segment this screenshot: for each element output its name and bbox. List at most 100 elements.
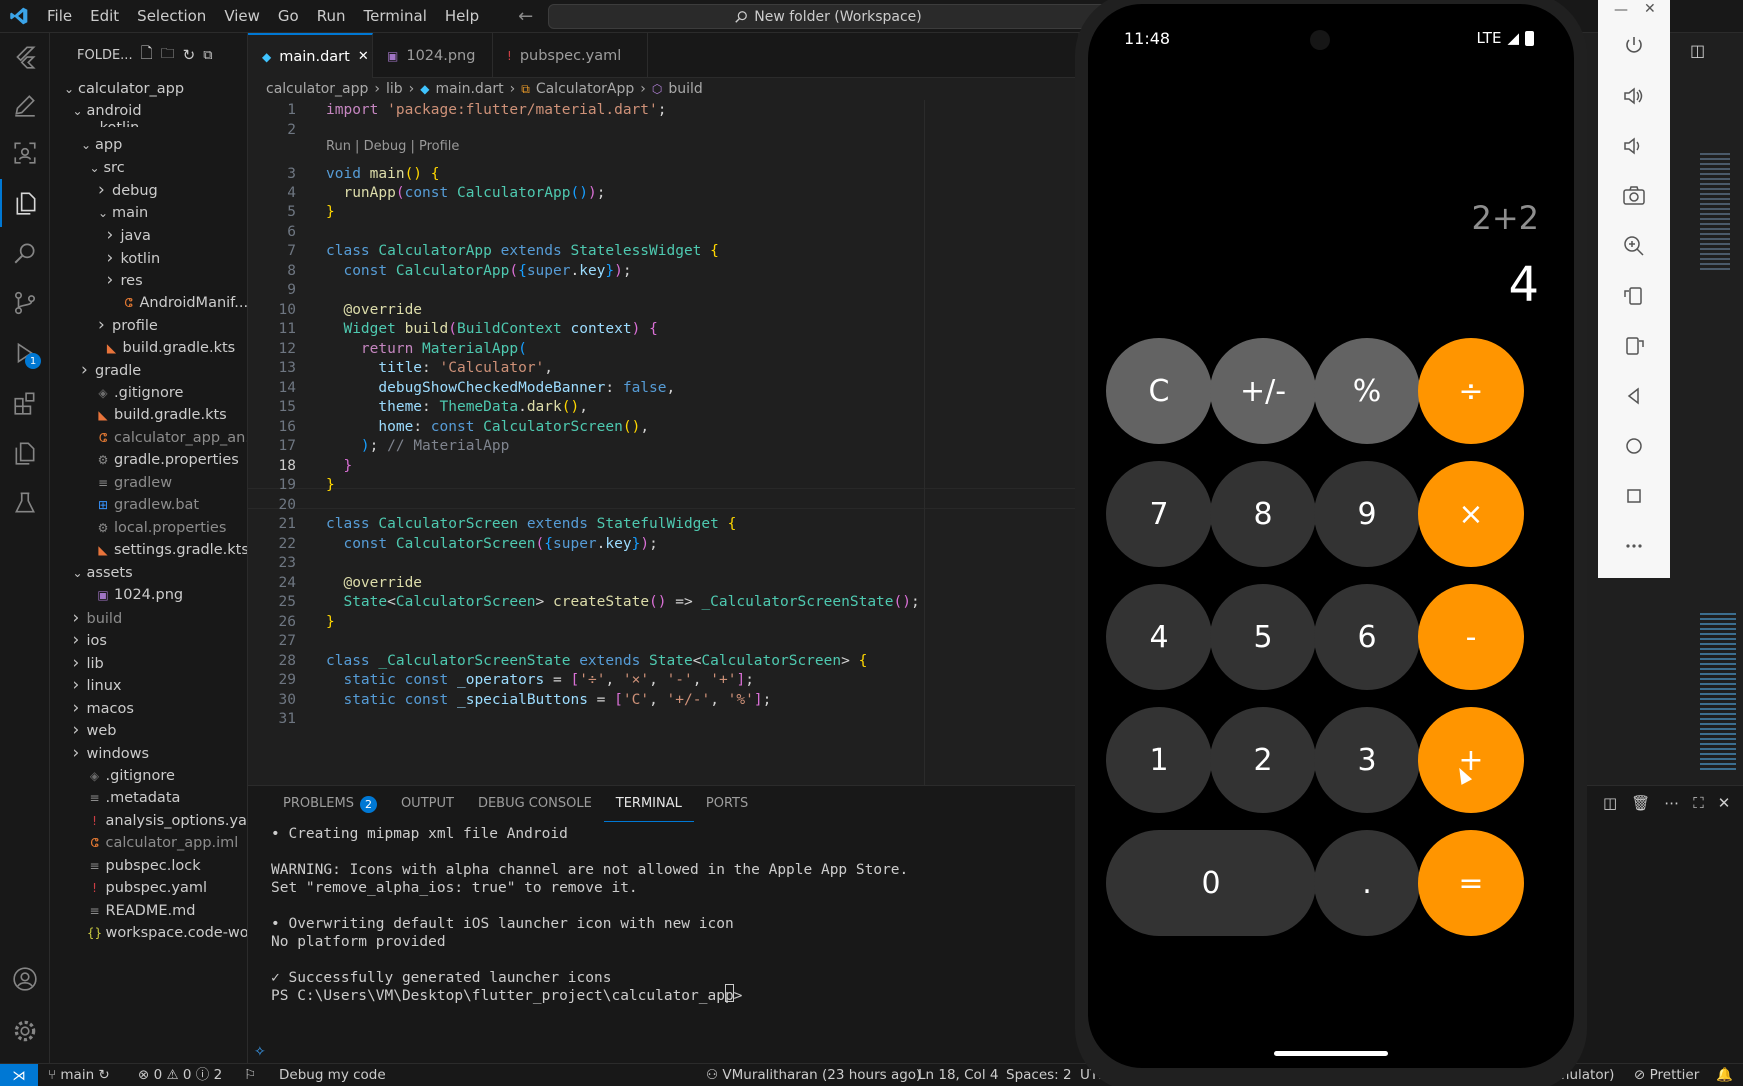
tree-file[interactable]: ⚙ gradle.properties	[50, 449, 247, 471]
debug-config[interactable]: Debug my code	[279, 1064, 386, 1086]
branch-indicator[interactable]: ⑂ main ↻	[48, 1064, 110, 1086]
power-icon[interactable]	[1598, 28, 1670, 64]
calc-key[interactable]: +	[1418, 707, 1524, 813]
collapse-all-icon[interactable]: ⧉	[203, 48, 212, 63]
close-panel-icon[interactable]: ✕	[1718, 794, 1731, 812]
tree-file[interactable]: {} workspace.code-wo...	[50, 922, 247, 944]
camera-icon[interactable]	[1598, 178, 1670, 214]
git-blame[interactable]: ⚇ VMuralitharan (23 hours ago)	[706, 1064, 921, 1086]
calc-key[interactable]: 6	[1314, 584, 1420, 690]
tree-folder[interactable]: › macos	[50, 697, 247, 719]
tree-file[interactable]: ◣ build.gradle.kts	[50, 337, 247, 359]
calc-key[interactable]: -	[1418, 584, 1524, 690]
command-center[interactable]: New folder (Workspace)	[548, 4, 1108, 29]
tree-file[interactable]: ◣ settings.gradle.kts	[50, 539, 247, 561]
tree-file[interactable]: ⚙ local.properties	[50, 517, 247, 539]
debug-launch-icon[interactable]: ⚐	[244, 1064, 256, 1086]
menu-go[interactable]: Go	[269, 0, 308, 33]
more-actions-icon[interactable]: ⋯	[1664, 794, 1679, 812]
menu-view[interactable]: View	[215, 0, 269, 33]
tree-file[interactable]: ≡ .metadata	[50, 787, 247, 809]
pages-icon[interactable]	[0, 429, 50, 477]
tree-file[interactable]: ⵛ calculator_app_an...	[50, 427, 247, 449]
code-editor[interactable]: Run | Debug | Profile 1 import 'package:fl…	[248, 100, 1078, 785]
panel-tab-terminal[interactable]: TERMINAL	[603, 786, 694, 822]
tree-file[interactable]: ≡ README.md	[50, 900, 247, 922]
new-folder-icon[interactable]: 🗀	[161, 43, 175, 67]
new-file-icon[interactable]: 🗋	[141, 43, 153, 68]
breadcrumb-item[interactable]: calculator_app	[266, 81, 368, 97]
calc-key[interactable]: 0	[1106, 830, 1316, 936]
calc-key[interactable]: 3	[1314, 707, 1420, 813]
tree-folder[interactable]: › profile	[50, 314, 247, 336]
flutter-icon[interactable]	[0, 33, 50, 81]
calc-key[interactable]: 5	[1210, 584, 1316, 690]
breadcrumb-item[interactable]: build	[668, 81, 702, 97]
cursor-position[interactable]: Ln 18, Col 4	[918, 1064, 998, 1086]
calc-key[interactable]: 2	[1210, 707, 1316, 813]
tree-file[interactable]: ◣ build.gradle.kts	[50, 404, 247, 426]
tree-folder[interactable]: › web	[50, 719, 247, 741]
overview-icon[interactable]	[1598, 478, 1670, 514]
scan-icon[interactable]	[0, 129, 50, 177]
indentation[interactable]: Spaces: 2	[1006, 1064, 1072, 1086]
breadcrumb-item[interactable]: CalculatorApp	[536, 81, 634, 97]
tree-file[interactable]: ≡ gradlew	[50, 472, 247, 494]
prettier-status[interactable]: ⊘ Prettier	[1634, 1064, 1699, 1086]
rotate-left-icon[interactable]	[1598, 278, 1670, 314]
phone-screen[interactable]: 11:48 LTE ◢ 2+2 4 C +/-% ÷ 7 8 9 × 4 5 6-1 2 3 +0. =	[1088, 4, 1574, 1068]
sparkle-icon[interactable]: ✧	[254, 1044, 266, 1060]
maximize-panel-icon[interactable]: ⛶	[1693, 794, 1704, 812]
tree-file[interactable]: ! analysis_options.yaml	[50, 810, 247, 832]
volume-up-icon[interactable]	[1598, 78, 1670, 114]
tree-folder[interactable]: › kotlin	[50, 247, 247, 269]
tree-file[interactable]: ≡ pubspec.lock	[50, 855, 247, 877]
tree-folder[interactable]: › windows	[50, 742, 247, 764]
calc-key[interactable]: ×	[1418, 461, 1524, 567]
calc-key[interactable]: =	[1418, 830, 1524, 936]
panel-tab-ports[interactable]: PORTS	[694, 786, 760, 822]
volume-down-icon[interactable]	[1598, 128, 1670, 164]
more-icon[interactable]	[1598, 528, 1670, 564]
run-debug-icon[interactable]: 1	[0, 329, 50, 377]
calc-key[interactable]: .	[1314, 830, 1420, 936]
menu-selection[interactable]: Selection	[128, 0, 215, 33]
tree-file[interactable]: .kotlin	[50, 117, 247, 127]
panel-tab-problems[interactable]: PROBLEMS 2	[271, 786, 389, 822]
tab-1024-png[interactable]: ▣ 1024.png	[373, 33, 493, 78]
menu-help[interactable]: Help	[436, 0, 488, 33]
calc-key[interactable]: 4	[1106, 584, 1212, 690]
calc-key[interactable]: ÷	[1418, 338, 1524, 444]
calc-key[interactable]: +/-	[1210, 338, 1316, 444]
tree-file[interactable]: ◈ .gitignore	[50, 382, 247, 404]
tab-pubspec-yaml[interactable]: ! pubspec.yaml	[493, 33, 648, 78]
edit-icon[interactable]	[0, 81, 50, 129]
close-icon[interactable]: ✕	[1644, 1, 1656, 17]
problems-indicator[interactable]: ⊗ 0 ⚠ 0 ⓘ 2	[138, 1064, 222, 1086]
tree-folder[interactable]: ⌄ src	[50, 157, 247, 179]
calc-key[interactable]: %	[1314, 338, 1420, 444]
tree-folder[interactable]: ⌄ main	[50, 202, 247, 224]
tree-folder[interactable]: ⌄ assets	[50, 562, 247, 584]
testing-icon[interactable]	[0, 479, 50, 527]
tree-folder[interactable]: › ios	[50, 629, 247, 651]
notifications-bell-icon[interactable]: 🔔	[1716, 1064, 1733, 1086]
calc-key[interactable]: 7	[1106, 461, 1212, 567]
rotate-right-icon[interactable]	[1598, 328, 1670, 364]
minimize-icon[interactable]: —	[1614, 2, 1628, 18]
tree-folder[interactable]: › res	[50, 269, 247, 291]
trash-icon[interactable]: 🗑	[1631, 794, 1650, 812]
extensions-icon[interactable]	[0, 379, 50, 427]
menu-run[interactable]: Run	[308, 0, 355, 33]
remote-icon[interactable]: ⋊	[0, 1064, 38, 1086]
tree-file[interactable]: ⊞ gradlew.bat	[50, 494, 247, 516]
breadcrumb-item[interactable]: main.dart	[436, 81, 504, 97]
tree-folder[interactable]: › debug	[50, 179, 247, 201]
breadcrumb-item[interactable]: lib	[386, 81, 403, 97]
panel-tab-debug-console[interactable]: DEBUG CONSOLE	[466, 786, 604, 822]
tree-file[interactable]: ⵛ calculator_app.iml	[50, 832, 247, 854]
split-editor-icon[interactable]: ◫	[1690, 41, 1705, 60]
calc-key[interactable]: 8	[1210, 461, 1316, 567]
account-icon[interactable]	[0, 955, 50, 1003]
tree-folder[interactable]: › gradle	[50, 359, 247, 381]
